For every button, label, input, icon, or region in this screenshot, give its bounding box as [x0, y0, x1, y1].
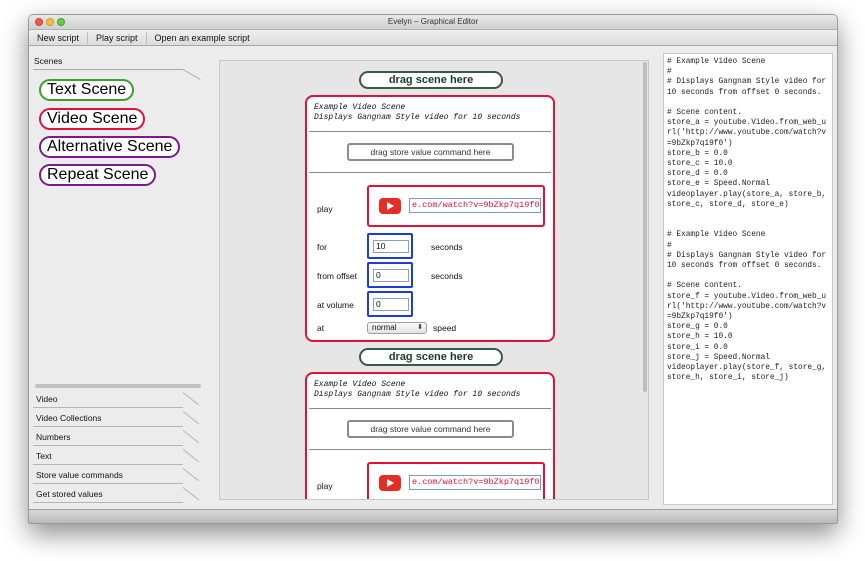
play-script-button[interactable]: Play script	[88, 31, 147, 44]
youtube-play-icon	[379, 475, 401, 491]
video-scene-card[interactable]: Example Video Scene Displays Gangnam Sty…	[305, 95, 555, 342]
youtube-video-block[interactable]: e.com/watch?v=9bZkp7q19f0	[367, 185, 545, 227]
palette-splitter[interactable]	[35, 384, 201, 388]
duration-input[interactable]: 10	[373, 240, 409, 253]
select-arrows-icon: ⬍	[417, 324, 423, 331]
repeat-scene-block[interactable]: Repeat Scene	[39, 164, 157, 186]
for-label: for	[317, 242, 327, 252]
speed-select-value: normal	[372, 323, 397, 332]
toolbar: New script Play script Open an example s…	[29, 30, 837, 46]
window-title: Evelyn – Graphical Editor	[387, 17, 479, 26]
store-command-drop-target[interactable]: drag store value command here	[347, 420, 514, 438]
category-label: Video	[36, 394, 58, 404]
category-store-value-commands[interactable]: Store value commands	[29, 468, 212, 487]
speed-label: speed	[433, 323, 457, 333]
code-view[interactable]: # Example Video Scene # # Displays Gangn…	[663, 53, 833, 505]
card-divider	[309, 172, 551, 173]
category-underline	[33, 464, 183, 465]
category-label: Numbers	[36, 432, 71, 442]
card-divider	[309, 449, 551, 450]
category-edge	[182, 392, 200, 406]
play-label: play	[317, 204, 333, 214]
scenes-tab-underline	[33, 69, 183, 70]
drag-scene-drop-target[interactable]: drag scene here	[359, 71, 503, 89]
category-underline	[33, 426, 183, 427]
category-text[interactable]: Text	[29, 449, 212, 468]
category-label: Get stored values	[36, 489, 103, 499]
scene-description-line: Example Video Scene	[314, 380, 406, 389]
script-canvas[interactable]: drag scene here Example Video Scene Disp…	[219, 60, 649, 500]
status-bar	[29, 509, 837, 523]
drag-scene-drop-target[interactable]: drag scene here	[359, 348, 503, 366]
category-label: Video Collections	[36, 413, 102, 423]
store-command-drop-target[interactable]: drag store value command here	[347, 143, 514, 161]
category-get-stored-values[interactable]: Get stored values	[29, 487, 212, 506]
category-label: Text	[36, 451, 52, 461]
at-volume-label: at volume	[317, 300, 354, 310]
category-edge	[182, 411, 200, 425]
duration-number-block[interactable]: 10	[367, 233, 413, 259]
category-numbers[interactable]: Numbers	[29, 430, 212, 449]
palette-sidebar: Scenes Text Scene Video Scene Alternativ…	[29, 47, 212, 503]
scene-description-line: Example Video Scene	[314, 103, 406, 112]
volume-input[interactable]: 0	[373, 298, 409, 311]
generated-code-text: # Example Video Scene # # Displays Gangn…	[667, 58, 827, 383]
open-example-script-button[interactable]: Open an example script	[147, 32, 258, 44]
new-script-button[interactable]: New script	[29, 31, 89, 44]
category-edge	[182, 487, 200, 501]
from-offset-label: from offset	[317, 271, 357, 281]
play-label: play	[317, 481, 333, 491]
scene-description-line: Displays Gangnam Style video for 10 seco…	[314, 390, 521, 399]
card-divider	[309, 408, 551, 409]
youtube-video-block[interactable]: e.com/watch?v=9bZkp7q19f0	[367, 462, 545, 499]
canvas-scrollbar[interactable]	[643, 62, 647, 392]
title-bar: Evelyn – Graphical Editor	[29, 15, 837, 30]
category-underline	[33, 502, 183, 503]
seconds-label: seconds	[431, 271, 463, 281]
category-video[interactable]: Video	[29, 392, 212, 411]
app-window: Evelyn – Graphical Editor New script Pla…	[28, 14, 838, 524]
seconds-label: seconds	[431, 242, 463, 252]
offset-number-block[interactable]: 0	[367, 262, 413, 288]
at-label: at	[317, 323, 325, 333]
card-divider	[309, 131, 551, 132]
text-scene-block[interactable]: Text Scene	[39, 79, 135, 101]
volume-number-block[interactable]: 0	[367, 291, 413, 317]
video-scene-block[interactable]: Video Scene	[39, 108, 146, 130]
offset-input[interactable]: 0	[373, 269, 409, 282]
category-edge	[182, 430, 200, 444]
scene-description-line: Displays Gangnam Style video for 10 seco…	[314, 113, 521, 122]
category-label: Store value commands	[36, 470, 123, 480]
video-url-input[interactable]: e.com/watch?v=9bZkp7q19f0	[409, 198, 541, 213]
category-edge	[182, 468, 200, 482]
scenes-tab-edge	[182, 69, 201, 80]
scenes-tab[interactable]: Scenes	[34, 56, 62, 66]
category-edge	[182, 449, 200, 463]
youtube-play-icon	[379, 198, 401, 214]
category-underline	[33, 483, 183, 484]
speed-select[interactable]: normal ⬍	[367, 322, 427, 334]
video-url-input[interactable]: e.com/watch?v=9bZkp7q19f0	[409, 475, 541, 490]
category-underline	[33, 407, 183, 408]
category-video-collections[interactable]: Video Collections	[29, 411, 212, 430]
alternative-scene-block[interactable]: Alternative Scene	[39, 136, 181, 158]
category-underline	[33, 445, 183, 446]
video-scene-card[interactable]: Example Video Scene Displays Gangnam Sty…	[305, 372, 555, 499]
